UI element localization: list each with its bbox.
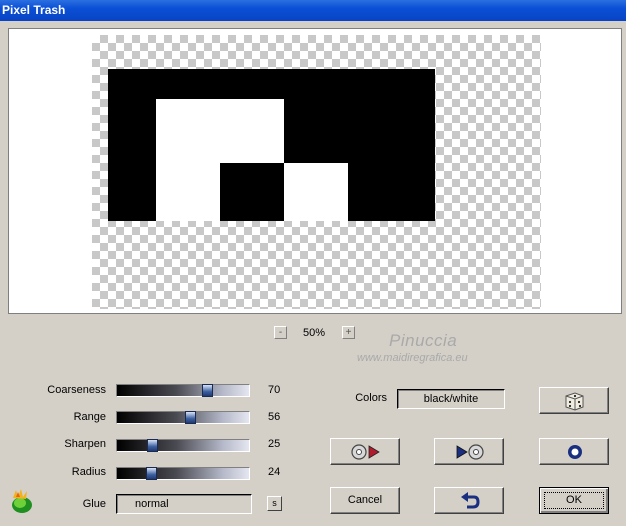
- watermark-name: Pinuccia: [389, 331, 458, 350]
- preview-white-block-right: [284, 163, 348, 221]
- range-label: Range: [73, 411, 106, 423]
- preview-black-block-center: [220, 163, 284, 221]
- preview-canvas: [92, 35, 541, 309]
- cancel-button[interactable]: Cancel: [330, 487, 400, 514]
- preview-pane[interactable]: [8, 28, 622, 314]
- randomize-button[interactable]: [539, 387, 609, 414]
- range-value: 56: [268, 411, 281, 423]
- coarseness-value: 70: [268, 384, 281, 396]
- coarseness-slider-thumb[interactable]: [202, 384, 213, 397]
- disc-play-left-icon: [351, 444, 380, 460]
- target-icon: [568, 445, 582, 459]
- ok-button[interactable]: OK: [539, 487, 609, 514]
- title-bar: Pixel Trash: [0, 0, 626, 21]
- sharpen-value: 25: [268, 438, 281, 450]
- reset-button[interactable]: [539, 438, 609, 465]
- radius-value: 24: [268, 466, 281, 478]
- ok-button-label: OK: [544, 492, 604, 509]
- radius-label: Radius: [71, 466, 106, 478]
- coarseness-slider[interactable]: [116, 384, 250, 397]
- prev-preset-button[interactable]: [330, 438, 400, 465]
- range-slider-thumb[interactable]: [185, 411, 196, 424]
- window-title: Pixel Trash: [2, 3, 66, 17]
- sharpen-slider[interactable]: [116, 439, 250, 452]
- undo-button[interactable]: [434, 487, 504, 514]
- radius-slider[interactable]: [116, 467, 250, 480]
- sharpen-label: Sharpen: [64, 438, 106, 450]
- range-slider[interactable]: [116, 411, 250, 424]
- glue-s-button[interactable]: s: [267, 496, 282, 511]
- play-disc-right-icon: [456, 444, 484, 460]
- zoom-in-button[interactable]: +: [342, 326, 355, 339]
- undo-icon: [461, 492, 480, 509]
- colors-label: Colors: [355, 392, 387, 404]
- zoom-out-button[interactable]: -: [274, 326, 287, 339]
- glue-select[interactable]: normal: [116, 494, 252, 514]
- glue-label: Glue: [82, 498, 106, 510]
- next-preset-button[interactable]: [434, 438, 504, 465]
- colors-select[interactable]: black/white: [397, 389, 505, 409]
- coarseness-label: Coarseness: [47, 384, 106, 396]
- plugin-logo-icon: [8, 488, 34, 514]
- sharpen-slider-thumb[interactable]: [147, 439, 158, 452]
- zoom-level: 50%: [303, 327, 326, 339]
- radius-slider-thumb[interactable]: [146, 467, 157, 480]
- watermark-url: www.maidiregrafica.eu: [357, 352, 468, 364]
- dice-icon: [565, 392, 584, 411]
